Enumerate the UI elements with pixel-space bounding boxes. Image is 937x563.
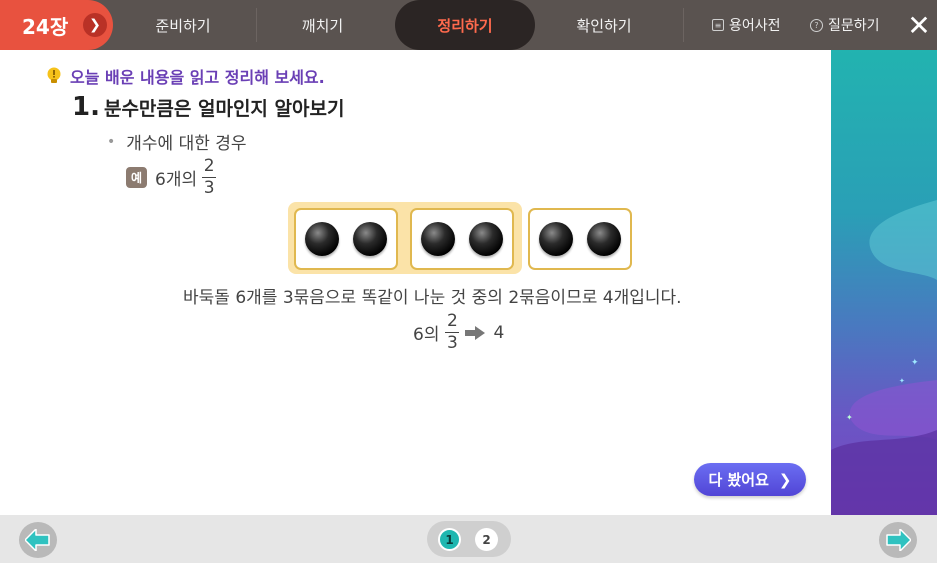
arrow-right-icon xyxy=(886,529,911,551)
result-prefix: 6의 xyxy=(413,325,440,345)
chevron-right-icon: ❯ xyxy=(778,470,792,489)
learning-goal: 오늘 배운 내용을 읽고 정리해 보세요. xyxy=(46,64,325,88)
fraction-denominator: 3 xyxy=(447,333,458,353)
arrow-right-icon xyxy=(465,325,486,340)
question-button[interactable]: ? 질문하기 xyxy=(810,0,880,50)
dictionary-button[interactable]: ≡ 용어사전 xyxy=(712,0,781,50)
go-stone xyxy=(469,222,503,256)
sky-illustration: ✦ ✦ ✦ xyxy=(831,200,937,515)
example-prefix: 6개의 xyxy=(155,170,198,190)
example-badge: 예 xyxy=(126,167,147,188)
stone-group-3 xyxy=(528,208,632,270)
goal-text: 오늘 배운 내용을 읽고 정리해 보세요. xyxy=(70,68,325,87)
done-label: 다 봤어요 xyxy=(708,471,769,489)
tab-prepare[interactable]: 준비하기 xyxy=(113,0,253,50)
page-dot-1[interactable]: 1 xyxy=(438,528,461,551)
bullet-item: • 개수에 대한 경우 xyxy=(107,129,247,155)
tab-label: 준비하기 xyxy=(155,16,211,35)
stone-group-2 xyxy=(410,208,514,270)
svg-text:✦: ✦ xyxy=(899,377,905,385)
go-stone xyxy=(353,222,387,256)
title-number: 1. xyxy=(72,92,100,122)
bullet-dot-icon: • xyxy=(107,133,116,150)
tab-divider xyxy=(683,8,684,42)
fraction-numerator: 2 xyxy=(447,311,458,331)
example-fraction: 2 3 xyxy=(202,156,217,198)
stone-group-1 xyxy=(294,208,398,270)
go-stone xyxy=(421,222,455,256)
go-stone xyxy=(587,222,621,256)
prev-page-button[interactable] xyxy=(19,522,57,558)
go-stone xyxy=(539,222,573,256)
result-fraction: 2 3 xyxy=(445,311,460,353)
lightbulb-icon xyxy=(47,67,61,83)
result-value: 4 xyxy=(493,322,505,343)
book-icon: ≡ xyxy=(712,19,724,31)
chevron-right-icon: ❯ xyxy=(83,13,107,37)
svg-text:✦: ✦ xyxy=(911,358,919,368)
svg-text:✦: ✦ xyxy=(846,413,853,422)
chapter-label: 24장 xyxy=(22,14,69,39)
result-line: 6의 2 3 4 xyxy=(413,313,504,352)
close-icon[interactable]: ✕ xyxy=(905,9,933,42)
title-text: 분수만큼은 얼마인지 알아보기 xyxy=(103,98,345,120)
question-label: 질문하기 xyxy=(828,18,880,34)
page-dot-2[interactable]: 2 xyxy=(475,528,498,551)
fraction-numerator: 2 xyxy=(203,156,215,176)
dictionary-label: 용어사전 xyxy=(729,18,781,34)
decorative-side-panel: ✦ ✦ ✦ xyxy=(831,50,937,515)
arrow-left-icon xyxy=(25,529,50,551)
tab-check[interactable]: 확인하기 xyxy=(540,0,668,50)
fraction-denominator: 3 xyxy=(203,178,215,198)
explanation-text: 바둑돌 6개를 3묶음으로 똑같이 나눈 것 중의 2묶음이므로 4개입니다. xyxy=(183,288,682,308)
go-stone xyxy=(305,222,339,256)
next-page-button[interactable] xyxy=(879,522,917,558)
section-title: 1. 분수만큼은 얼마인지 알아보기 xyxy=(72,92,344,122)
done-button[interactable]: 다 봤어요 ❯ xyxy=(694,463,806,496)
tab-label: 확인하기 xyxy=(576,16,632,35)
tab-label: 정리하기 xyxy=(437,16,493,35)
example-line: 예 6개의 2 3 xyxy=(126,156,217,198)
tab-learn[interactable]: 깨치기 xyxy=(256,0,389,50)
chapter-button[interactable]: 24장 ❯ xyxy=(0,0,113,50)
tab-label: 깨치기 xyxy=(301,16,344,35)
bullet-text: 개수에 대한 경우 xyxy=(126,134,247,154)
tab-summary[interactable]: 정리하기 xyxy=(395,0,535,50)
question-icon: ? xyxy=(810,18,823,32)
